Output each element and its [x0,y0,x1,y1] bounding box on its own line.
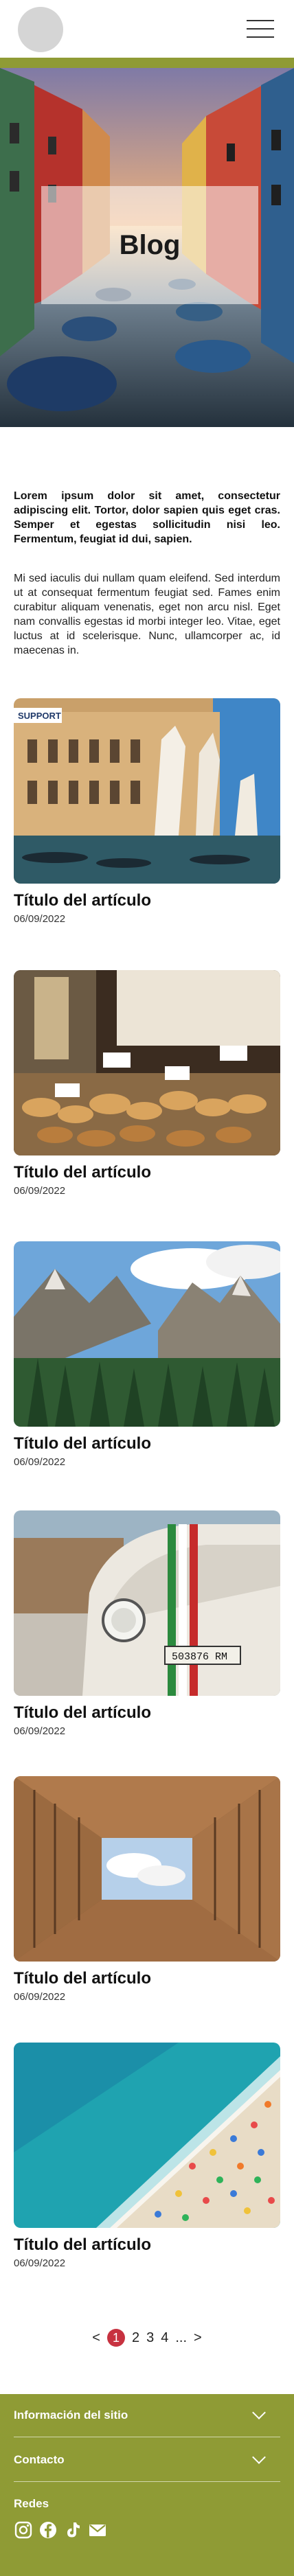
intro-section: Lorem ipsum dolor sit amet, consectetur … [14,489,280,658]
article-image[interactable] [14,2043,280,2228]
article-card[interactable]: Título del artículo 06/09/2022 [14,970,280,1197]
article-card[interactable]: 503876 RM Título del artículo 06/09/2022 [14,1510,280,1737]
article-card[interactable]: Título del artículo 06/09/2022 [14,1241,280,1468]
article-title[interactable]: Título del artículo [14,1968,280,1988]
article-card[interactable]: SUPPORT Título del artículo 06/09/2022 [14,698,280,925]
footer-social-label: Redes [14,2497,49,2510]
article-image[interactable] [14,1776,280,1962]
instagram-icon[interactable] [14,2520,33,2540]
pagination-prev[interactable]: < [92,2330,100,2346]
intro-bold-text: Lorem ipsum dolor sit amet, consectetur … [14,490,280,545]
footer-site-info-toggle[interactable]: Información del sitio [14,2394,280,2437]
hero-title-panel: Blog [41,186,258,304]
article-image[interactable]: SUPPORT [14,698,280,884]
pagination-page[interactable]: 3 [146,2330,154,2346]
article-image[interactable]: 503876 RM [14,1510,280,1696]
tiktok-icon[interactable] [63,2520,82,2540]
article-card[interactable]: Título del artículo 06/09/2022 [14,1776,280,2003]
article-date: 06/09/2022 [14,1185,66,1197]
article-sign-text: SUPPORT [18,711,61,721]
footer-contact-label: Contacto [14,2453,65,2466]
chevron-down-icon [252,2406,266,2419]
hamburger-menu-icon[interactable] [247,19,274,39]
pagination: < 1 2 3 4 ... > [0,2327,294,2348]
pagination-page-current[interactable]: 1 [106,2329,125,2347]
article-date: 06/09/2022 [14,913,66,925]
article-title[interactable]: Título del artículo [14,890,280,910]
chevron-down-icon [252,2450,266,2464]
article-date: 06/09/2022 [14,1725,66,1737]
social-icons [14,2520,107,2540]
page-title: Blog [119,229,181,260]
article-title[interactable]: Título del artículo [14,2235,280,2255]
article-title[interactable]: Título del artículo [14,1703,280,1723]
logo[interactable] [18,7,63,52]
footer-site-info-label: Información del sitio [14,2408,128,2422]
pagination-page[interactable]: 4 [161,2330,168,2346]
intro-text: Mi sed iaculis dui nullam quam eleifend.… [14,573,280,656]
article-image[interactable] [14,970,280,1155]
article-title[interactable]: Título del artículo [14,1162,280,1182]
article-title[interactable]: Título del artículo [14,1434,280,1453]
pagination-ellipsis: ... [175,2330,188,2345]
hero-banner: Blog [0,68,294,427]
pagination-next[interactable]: > [194,2330,202,2346]
article-image[interactable] [14,1241,280,1427]
facebook-icon[interactable] [38,2520,58,2540]
footer-divider [14,2481,280,2482]
license-plate-text: 503876 RM [172,1651,227,1663]
mail-icon[interactable] [88,2520,107,2540]
site-header [0,0,294,58]
article-date: 06/09/2022 [14,1456,66,1468]
article-card[interactable]: Título del artículo 06/09/2022 [14,2043,280,2269]
footer-contact-toggle[interactable]: Contacto [14,2439,280,2481]
article-date: 06/09/2022 [14,1991,66,2003]
site-footer: Información del sitio Contacto Redes [0,2394,294,2576]
accent-bar [0,58,294,68]
article-date: 06/09/2022 [14,2257,66,2269]
pagination-page[interactable]: 2 [132,2330,139,2346]
